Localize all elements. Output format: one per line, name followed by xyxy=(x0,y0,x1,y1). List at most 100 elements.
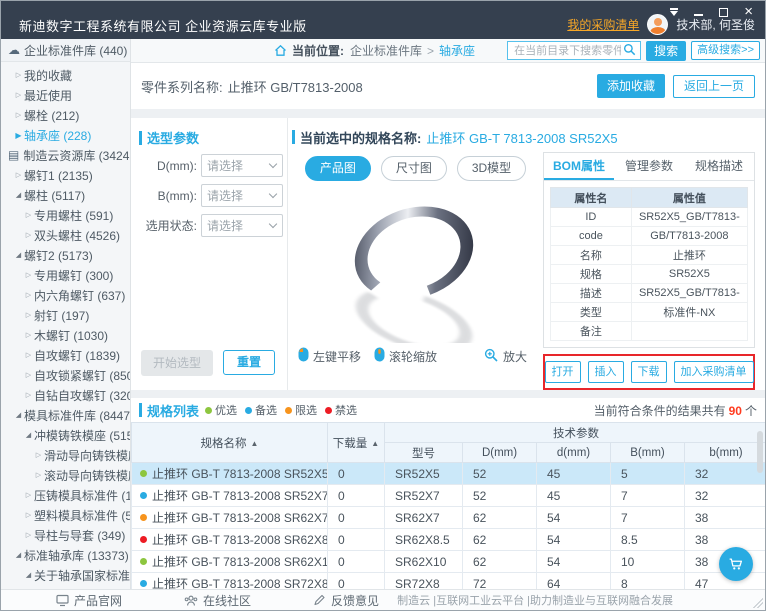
start-selection-button[interactable]: 开始选型 xyxy=(141,350,213,376)
sidebar-item[interactable]: ▷滚动导向铸铁模座 (4 xyxy=(1,465,130,485)
tree-collapsed-icon[interactable]: ▷ xyxy=(23,331,34,339)
sidebar-item[interactable]: ◢标准轴承库 (13373) xyxy=(1,545,130,565)
sidebar-item[interactable]: ▷自攻锁紧螺钉 (850) xyxy=(1,365,130,385)
tree-collapsed-icon[interactable]: ▷ xyxy=(23,391,34,399)
product-image[interactable] xyxy=(288,181,543,345)
sidebar-item[interactable]: ▷最近使用 xyxy=(1,85,130,105)
spec-name-cell[interactable]: 止推环 GB-T 7813-2008 SR62X10 xyxy=(132,551,328,573)
product-site-link[interactable]: 产品官网 xyxy=(56,592,122,609)
open-button[interactable]: 打开 xyxy=(545,361,581,383)
add-favorite-button[interactable]: 添加收藏 xyxy=(597,74,665,98)
spec-row[interactable]: 止推环 GB-T 7813-2008 SR52X70SR52X75245732 xyxy=(132,485,766,507)
tree-collapsed-icon[interactable]: ▷ xyxy=(33,471,44,479)
reset-button[interactable]: 重置 xyxy=(223,350,275,375)
sidebar-item[interactable]: ▷塑料模具标准件 (5952 xyxy=(1,505,130,525)
param-select-B[interactable]: 请选择 xyxy=(201,184,283,207)
search-icon[interactable] xyxy=(623,43,636,59)
tree-collapsed-icon[interactable]: ▷ xyxy=(23,511,34,519)
feedback-link[interactable]: 反馈意见 xyxy=(313,592,379,609)
tree-collapsed-icon[interactable]: ▷ xyxy=(33,451,44,459)
tab-product-image[interactable]: 产品图 xyxy=(305,156,371,181)
download-button[interactable]: 下载 xyxy=(631,361,667,383)
spec-name-cell[interactable]: 止推环 GB-T 7813-2008 SR52X7 xyxy=(132,485,328,507)
advanced-search-button[interactable]: 高级搜索>> xyxy=(691,41,760,60)
search-button[interactable]: 搜索 xyxy=(646,41,686,61)
sidebar-item[interactable]: ▷内六角螺钉 (637) xyxy=(1,285,130,305)
param-select-status[interactable]: 请选择 xyxy=(201,214,283,237)
sidebar-item[interactable]: ▷我的收藏 xyxy=(1,65,130,85)
sidebar-item[interactable]: ▶轴承座 (228) xyxy=(1,125,130,145)
sidebar-item[interactable]: ▷螺栓 (212) xyxy=(1,105,130,125)
tree-collapsed-icon[interactable]: ▷ xyxy=(23,311,34,319)
zoom-in-control[interactable]: 放大 xyxy=(484,348,527,365)
col-header-spec-name[interactable]: 规格名称▲ xyxy=(132,423,328,463)
tree-collapsed-icon[interactable]: ▷ xyxy=(23,371,34,379)
breadcrumb-current: 轴承座 xyxy=(439,42,475,59)
purchase-list-link[interactable]: 我的采购清单 xyxy=(567,16,639,33)
search-input[interactable] xyxy=(512,44,623,58)
tab-dimension-drawing[interactable]: 尺寸图 xyxy=(381,156,447,181)
tree-expanded-icon[interactable]: ◢ xyxy=(13,411,24,419)
spec-row[interactable]: 止推环 GB-T 7813-2008 SR62X100SR62X10625410… xyxy=(132,551,766,573)
col-header-downloads[interactable]: 下载量▲ xyxy=(328,423,385,463)
community-link[interactable]: 在线社区 xyxy=(184,592,251,609)
spec-name-cell[interactable]: 止推环 GB-T 7813-2008 SR62X7 xyxy=(132,507,328,529)
tree-selected-icon[interactable]: ▶ xyxy=(13,131,24,140)
tab-3d-model[interactable]: 3D模型 xyxy=(457,156,526,181)
sidebar-item[interactable]: ◢模具标准件库 (8447) xyxy=(1,405,130,425)
avatar[interactable] xyxy=(647,14,668,35)
tree-collapsed-icon[interactable]: ▷ xyxy=(23,351,34,359)
tree-expanded-icon[interactable]: ◢ xyxy=(23,571,34,579)
sidebar-item[interactable]: ▷压铸模具标准件 (1631 xyxy=(1,485,130,505)
spec-cell-d: 64 xyxy=(537,573,611,590)
sidebar-item[interactable]: ▷木螺钉 (1030) xyxy=(1,325,130,345)
sidebar-item[interactable]: ▷滑动导向铸铁模座 (4 xyxy=(1,445,130,465)
spec-row[interactable]: 止推环 GB-T 7813-2008 SR62X8.50SR62X8.56254… xyxy=(132,529,766,551)
cart-fab-button[interactable] xyxy=(719,547,753,581)
resize-grip[interactable] xyxy=(753,598,763,608)
tab-bom-properties[interactable]: BOM属性 xyxy=(544,153,614,180)
back-button[interactable]: 返回上一页 xyxy=(673,75,755,98)
tree-collapsed-icon[interactable]: ▷ xyxy=(23,231,34,239)
sidebar-item[interactable]: ▷专用螺钉 (300) xyxy=(1,265,130,285)
scrollbar-thumb[interactable] xyxy=(757,431,763,473)
spec-row[interactable]: 止推环 GB-T 7813-2008 SR62X70SR62X76254738 xyxy=(132,507,766,529)
add-to-purchase-list-button[interactable]: 加入采购清单 xyxy=(674,361,754,383)
spec-row[interactable]: 止推环 GB-T 7813-2008 SR72X80SR72X87264847 xyxy=(132,573,766,590)
tree-expanded-icon[interactable]: ◢ xyxy=(13,191,24,199)
spec-row[interactable]: 止推环 GB-T 7813-2008 SR52X50SR52X55245532 xyxy=(132,463,766,485)
spec-name-cell[interactable]: 止推环 GB-T 7813-2008 SR62X8.5 xyxy=(132,529,328,551)
sidebar-item[interactable]: ▷双头螺柱 (4526) xyxy=(1,225,130,245)
tree-collapsed-icon[interactable]: ▷ xyxy=(23,211,34,219)
sidebar-item[interactable]: ◢冲模铸铁模座 (515) xyxy=(1,425,130,445)
tree-expanded-icon[interactable]: ◢ xyxy=(13,551,24,559)
sidebar-item[interactable]: ◢关于轴承国家标准 (37 xyxy=(1,565,130,585)
tree-collapsed-icon[interactable]: ▷ xyxy=(23,491,34,499)
sidebar-item[interactable]: ▷射钉 (197) xyxy=(1,305,130,325)
tab-management-params[interactable]: 管理参数 xyxy=(614,153,684,180)
tree-collapsed-icon[interactable]: ▷ xyxy=(23,291,34,299)
sidebar-item[interactable]: ▷自钻自攻螺钉 (320) xyxy=(1,385,130,405)
tree-collapsed-icon[interactable]: ▷ xyxy=(23,531,34,539)
tree-collapsed-icon[interactable]: ▷ xyxy=(13,171,24,179)
sidebar-item[interactable]: ◢螺柱 (5117) xyxy=(1,185,130,205)
sidebar-item[interactable]: ◢螺钉2 (5173) xyxy=(1,245,130,265)
tree-collapsed-icon[interactable]: ▷ xyxy=(23,271,34,279)
sidebar-item[interactable]: ▷专用螺柱 (591) xyxy=(1,205,130,225)
sidebar-item[interactable]: ▷自攻螺钉 (1839) xyxy=(1,345,130,365)
tree-expanded-icon[interactable]: ◢ xyxy=(13,251,24,259)
tree-expanded-icon[interactable]: ◢ xyxy=(23,431,34,439)
spec-name-cell[interactable]: 止推环 GB-T 7813-2008 SR72X8 xyxy=(132,573,328,590)
insert-button[interactable]: 插入 xyxy=(588,361,624,383)
tab-spec-description[interactable]: 规格描述 xyxy=(684,153,754,180)
spec-name-cell[interactable]: 止推环 GB-T 7813-2008 SR52X5 xyxy=(132,463,328,485)
sidebar-item[interactable]: ▤制造云资源库 (34245) xyxy=(1,145,130,165)
sidebar-item[interactable]: ▷导柱与导套 (349) xyxy=(1,525,130,545)
tree-collapsed-icon[interactable]: ▷ xyxy=(13,111,24,119)
sidebar-item[interactable]: ☁企业标准件库 (440) xyxy=(1,39,130,62)
breadcrumb-root[interactable]: 企业标准件库 xyxy=(350,42,422,59)
param-select-D[interactable]: 请选择 xyxy=(201,154,283,177)
tree-collapsed-icon[interactable]: ▷ xyxy=(13,71,24,79)
sidebar-item[interactable]: ▷螺钉1 (2135) xyxy=(1,165,130,185)
tree-collapsed-icon[interactable]: ▷ xyxy=(13,91,24,99)
